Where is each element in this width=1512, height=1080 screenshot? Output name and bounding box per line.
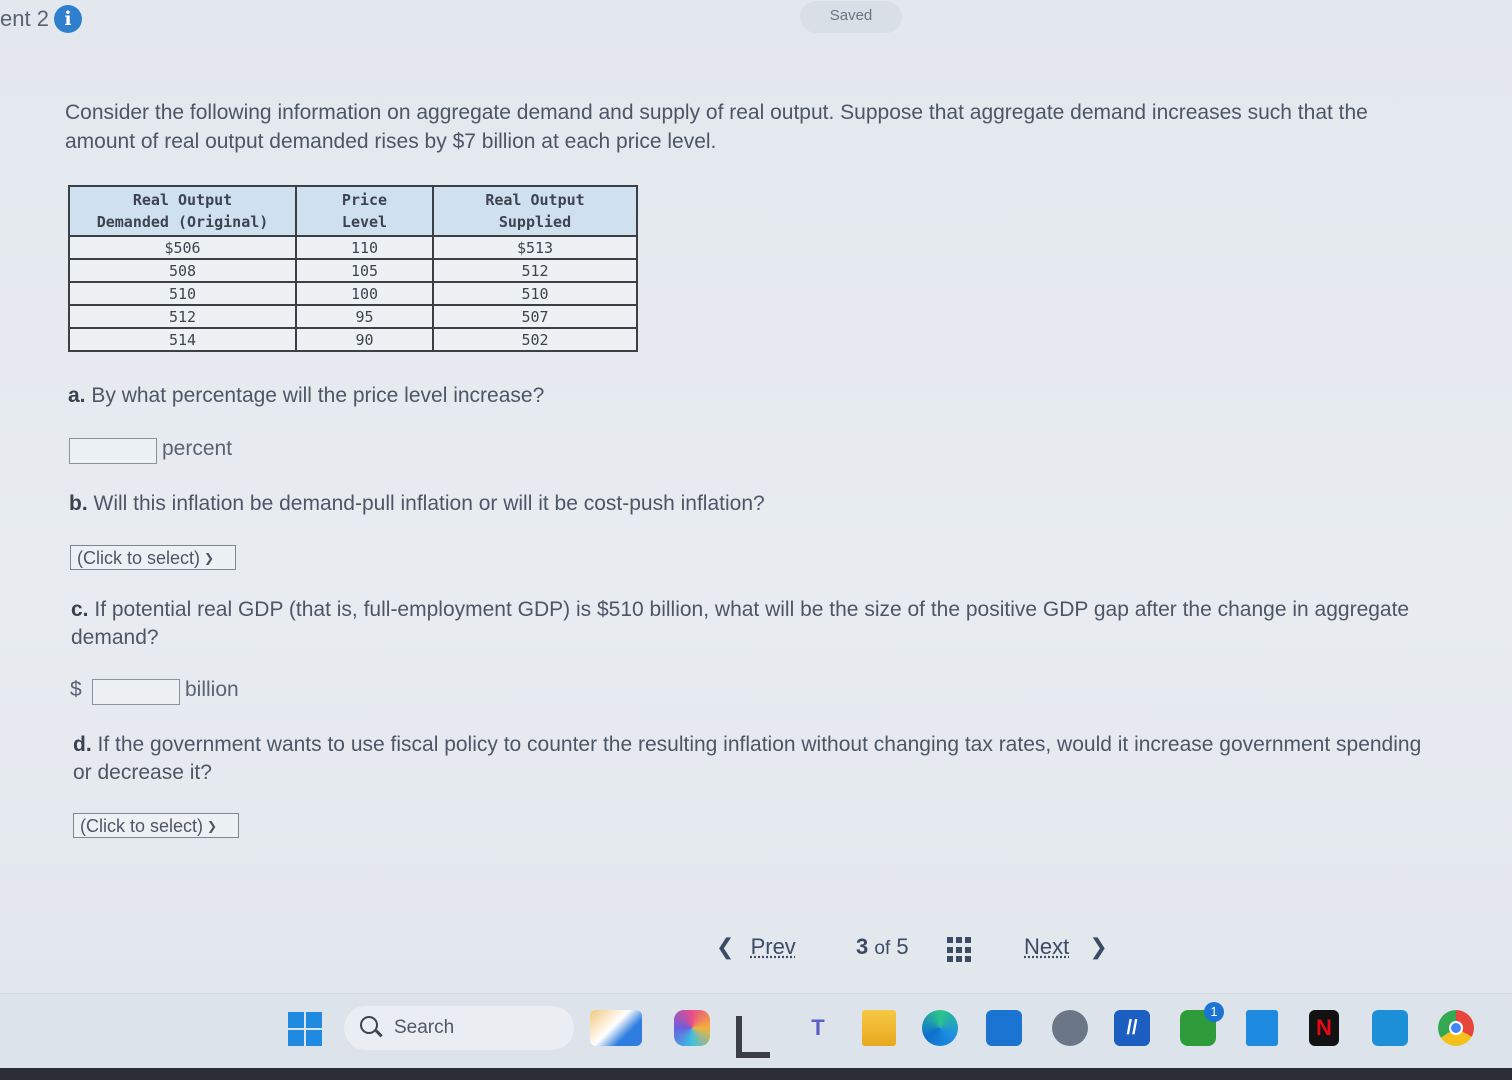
top-bar: ent 2 i Saved (0, 0, 1512, 44)
table-cell: 502 (432, 327, 638, 352)
page-current: 3 (856, 934, 869, 959)
next-button[interactable]: Next ❯ (1024, 934, 1108, 960)
question-d-letter: d. (73, 733, 92, 756)
chrome-icon[interactable] (1438, 1010, 1474, 1046)
copilot-icon[interactable] (674, 1010, 710, 1046)
page-of: of (874, 938, 891, 959)
question-b: b. Will this inflation be demand-pull in… (69, 490, 765, 518)
screen-bezel (0, 1068, 1512, 1080)
question-d-text: If the government wants to use fiscal po… (73, 733, 1422, 784)
table-cell: 110 (295, 235, 434, 260)
table-row: 510 100 510 (68, 281, 638, 306)
page-indicator: 3 of 5 (856, 934, 909, 960)
fiscal-policy-select-label: (Click to select) (80, 816, 204, 836)
ad-as-table: Real Output Demanded (Original) Price Leve… (68, 185, 638, 352)
assignment-title: ent 2 (0, 6, 49, 31)
prime-video-icon[interactable] (1372, 1010, 1408, 1046)
xbox-icon[interactable]: 1 (1180, 1002, 1224, 1046)
question-intro: Consider the following information on ag… (65, 101, 1368, 153)
question-c: c. If potential real GDP (that is, full-… (71, 596, 1431, 652)
col-header-price-level: Price Level (295, 185, 434, 237)
question-c-text: If potential real GDP (that is, full-emp… (71, 598, 1410, 649)
next-label: Next (1024, 934, 1070, 959)
inflation-type-select-label: (Click to select) (77, 548, 201, 568)
dollar-prefix: $ (70, 678, 82, 701)
table-row: 514 90 502 (68, 327, 638, 352)
percent-input[interactable] (69, 438, 157, 464)
question-grid-icon[interactable] (947, 937, 973, 963)
prev-label: Prev (750, 934, 796, 959)
page-total: 5 (896, 934, 909, 959)
notification-badge: 1 (1204, 1002, 1224, 1022)
chevron-down-icon: ❯ (207, 819, 218, 833)
table-cell: 95 (295, 304, 434, 329)
table-cell: 510 (432, 281, 638, 306)
table-cell: 100 (295, 281, 434, 306)
table-cell: 105 (295, 258, 434, 283)
table-cell: 510 (68, 281, 297, 306)
table-cell: $513 (432, 235, 638, 260)
table-header-row: Real Output Demanded (Original) Price Leve… (68, 185, 638, 237)
task-view-icon[interactable] (736, 1016, 770, 1058)
table-row: $506 110 $513 (68, 235, 638, 260)
taskbar-search[interactable]: Search (344, 1006, 574, 1050)
col-header-real-output-demanded: Real Output Demanded (Original) (68, 185, 297, 237)
info-icon[interactable]: i (54, 5, 82, 33)
table-cell: 507 (432, 304, 638, 329)
table-cell: 512 (432, 258, 638, 283)
question-c-letter: c. (71, 598, 89, 621)
gdp-gap-input[interactable] (92, 679, 180, 705)
table-cell: 512 (68, 304, 297, 329)
billion-unit-label: billion (185, 678, 239, 701)
question-a: a. By what percentage will the price lev… (68, 382, 544, 410)
question-d: d. If the government wants to use fiscal… (73, 731, 1433, 787)
table-cell: 514 (68, 327, 297, 352)
fiscal-policy-select[interactable]: (Click to select) ❯ (73, 813, 239, 838)
chevron-down-icon: ❯ (204, 551, 215, 565)
device-icon[interactable] (1246, 1010, 1278, 1046)
mcafee-icon[interactable]: // (1114, 1010, 1150, 1046)
inflation-type-select[interactable]: (Click to select) ❯ (70, 545, 236, 570)
taskbar-search-label: Search (394, 1017, 455, 1038)
saved-status-badge: Saved (800, 1, 902, 33)
search-icon (360, 1016, 378, 1034)
netflix-icon[interactable]: N (1309, 1010, 1339, 1046)
store-icon[interactable] (986, 1010, 1022, 1046)
table-row: 508 105 512 (68, 258, 638, 283)
question-a-text: By what percentage will the price level … (91, 384, 545, 407)
prev-button[interactable]: ❮ Prev (716, 934, 796, 960)
windows-start-icon[interactable] (288, 1012, 322, 1046)
percent-unit-label: percent (162, 437, 233, 460)
edge-icon[interactable] (922, 1010, 958, 1046)
teams-icon[interactable]: T (802, 1010, 834, 1046)
chevron-left-icon: ❮ (716, 934, 735, 959)
col-header-real-output-supplied: Real Output Supplied (432, 185, 638, 237)
file-explorer-icon[interactable] (862, 1010, 896, 1046)
question-b-letter: b. (69, 492, 88, 515)
table-row: 512 95 507 (68, 304, 638, 329)
app-icon[interactable] (1052, 1010, 1088, 1046)
table-cell: $506 (68, 235, 297, 260)
table-cell: 508 (68, 258, 297, 283)
table-cell: 90 (295, 327, 434, 352)
widgets-icon[interactable] (590, 1010, 642, 1046)
chevron-right-icon: ❯ (1089, 934, 1108, 959)
question-b-text: Will this inflation be demand-pull infla… (93, 492, 765, 515)
question-a-letter: a. (68, 384, 86, 407)
